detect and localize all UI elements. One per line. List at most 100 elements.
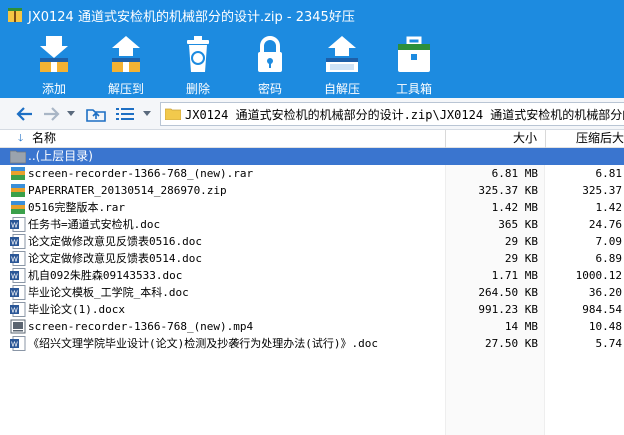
file-size: 6.81 MB xyxy=(491,167,538,180)
back-arrow-icon xyxy=(16,107,32,121)
file-name: 论文定做修改意见反馈表0516.doc xyxy=(28,235,202,248)
file-compressed-size: 5.74 xyxy=(595,337,623,350)
word-document-icon: W xyxy=(10,302,26,317)
svg-text:W: W xyxy=(11,222,18,230)
add-archive-icon xyxy=(40,36,68,72)
window-title: JX0124 通道式安检机的机械部分的设计.zip - 2345好压 xyxy=(28,9,355,25)
address-path: JX0124 通道式安检机的机械部分的设计.zip\JX0124 通道式安检机的… xyxy=(185,107,624,122)
file-row[interactable]: W 任务书=通道式安检机.doc 365 KB 24.76 xyxy=(0,216,624,233)
password-label: 密码 xyxy=(257,82,282,96)
column-divider[interactable] xyxy=(545,130,546,148)
column-divider[interactable] xyxy=(445,130,446,148)
file-row[interactable]: W 机自092朱胜森09143533.doc 1.71 MB 1000.12 xyxy=(0,267,624,284)
svg-text:W: W xyxy=(11,273,18,281)
file-row[interactable]: W 论文定做修改意见反馈表0514.doc 29 KB 6.89 xyxy=(0,250,624,267)
rar-archive-icon xyxy=(11,167,25,180)
file-row[interactable]: 0516完整版本.rar 1.42 MB 1.42 xyxy=(0,199,624,216)
file-size: 1.71 MB xyxy=(491,269,538,282)
file-size: 29 KB xyxy=(504,252,538,265)
svg-text:W: W xyxy=(11,307,18,315)
file-list: ..(上层目录) screen-recorder-1366-768_(new).… xyxy=(0,148,624,435)
file-row[interactable]: screen-recorder-1366-768_(new).mp4 14 MB… xyxy=(0,318,624,335)
file-row[interactable]: W 毕业论文(1).docx 991.23 KB 984.54 xyxy=(0,301,624,318)
extract-to-label: 解压到 xyxy=(107,82,144,96)
rar-archive-icon xyxy=(11,201,25,214)
folder-icon xyxy=(165,108,181,120)
extract-to-icon xyxy=(112,36,140,72)
word-document-icon: W xyxy=(10,251,26,266)
file-row[interactable]: PAPERRATER_20130514_286970.zip 325.37 KB… xyxy=(0,182,624,199)
chevron-down-icon xyxy=(67,111,75,116)
file-name: 0516完整版本.rar xyxy=(28,201,125,214)
address-bar[interactable]: JX0124 通道式安检机的机械部分的设计.zip\JX0124 通道式安检机的… xyxy=(160,102,624,126)
history-dropdown[interactable] xyxy=(64,102,78,126)
word-document-icon: W xyxy=(10,285,26,300)
column-size[interactable]: 大小 xyxy=(513,130,537,148)
file-compressed-size: 6.81 xyxy=(595,167,623,180)
file-name: 毕业论文(1).docx xyxy=(28,303,125,316)
delete-icon xyxy=(187,36,209,72)
main-toolbar: 添加 解压到 删除 密码 自解压 工具箱 xyxy=(0,30,624,98)
file-size: 29 KB xyxy=(504,235,538,248)
file-compressed-size: 7.09 xyxy=(595,235,623,248)
svg-text:W: W xyxy=(11,290,18,298)
title-bar: JX0124 通道式安检机的机械部分的设计.zip - 2345好压 xyxy=(0,0,624,30)
toolbox-label: 工具箱 xyxy=(395,82,432,96)
file-compressed-size: 1000.12 xyxy=(575,269,622,282)
word-document-icon: W xyxy=(10,217,26,232)
file-size: 365 KB xyxy=(498,218,538,231)
lock-icon xyxy=(258,36,282,72)
file-name: ..(上层目录) xyxy=(28,149,93,163)
sort-arrow-icon: 🡓 xyxy=(18,133,24,144)
file-compressed-size: 6.89 xyxy=(595,252,623,265)
file-size: 264.50 KB xyxy=(478,286,538,299)
file-name: screen-recorder-1366-768_(new).rar xyxy=(28,167,254,180)
forward-arrow-icon xyxy=(44,107,60,121)
file-name: screen-recorder-1366-768_(new).mp4 xyxy=(28,320,254,333)
add-button[interactable]: 添加 xyxy=(18,30,90,98)
file-name: 机自092朱胜森09143533.doc xyxy=(28,269,183,282)
back-button[interactable] xyxy=(14,102,36,126)
navigation-bar: JX0124 通道式安检机的机械部分的设计.zip\JX0124 通道式安检机的… xyxy=(0,98,624,130)
file-name: 论文定做修改意见反馈表0514.doc xyxy=(28,252,202,265)
file-size: 325.37 KB xyxy=(478,184,538,197)
file-row[interactable]: W 论文定做修改意见反馈表0516.doc 29 KB 7.09 xyxy=(0,233,624,250)
password-button[interactable]: 密码 xyxy=(234,30,306,98)
file-compressed-size: 325.37 xyxy=(582,184,622,197)
file-name: PAPERRATER_20130514_286970.zip xyxy=(28,184,227,197)
file-row[interactable]: screen-recorder-1366-768_(new).rar 6.81 … xyxy=(0,165,624,182)
column-name[interactable]: 名称 xyxy=(32,130,56,148)
word-document-icon: W xyxy=(10,336,26,351)
self-extract-button[interactable]: 自解压 xyxy=(306,30,378,98)
file-row[interactable]: W 毕业论文模板_工学院_本科.doc 264.50 KB 36.20 xyxy=(0,284,624,301)
file-name: 毕业论文模板_工学院_本科.doc xyxy=(28,286,189,299)
file-compressed-size: 1.42 xyxy=(595,201,623,214)
view-mode-dropdown[interactable] xyxy=(140,102,154,126)
chevron-down-icon xyxy=(143,111,151,116)
word-document-icon: W xyxy=(10,268,26,283)
toolbox-icon xyxy=(398,36,430,72)
file-name: 任务书=通道式安检机.doc xyxy=(28,218,161,231)
self-extract-icon xyxy=(326,36,358,72)
folder-up-icon xyxy=(86,109,106,122)
delete-button[interactable]: 删除 xyxy=(162,30,234,98)
file-compressed-size: 36.20 xyxy=(588,286,622,299)
svg-text:W: W xyxy=(11,239,18,247)
forward-button[interactable] xyxy=(40,102,62,126)
file-size: 1.42 MB xyxy=(491,201,538,214)
word-document-icon: W xyxy=(10,234,26,249)
view-mode-button[interactable] xyxy=(114,102,136,126)
toolbox-button[interactable]: 工具箱 xyxy=(378,30,450,98)
file-name: 《绍兴文理学院毕业设计(论文)检测及抄袭行为处理办法(试行)》.doc xyxy=(28,337,378,350)
up-level-button[interactable] xyxy=(84,102,108,126)
video-file-icon xyxy=(10,319,26,334)
extract-to-button[interactable]: 解压到 xyxy=(90,30,162,98)
parent-directory-row[interactable]: ..(上层目录) xyxy=(0,148,624,165)
file-size: 14 MB xyxy=(504,320,538,333)
column-compressed[interactable]: 压缩后大 xyxy=(576,130,624,148)
archive-app-icon xyxy=(8,8,22,22)
file-compressed-size: 10.48 xyxy=(588,320,622,333)
file-row[interactable]: W 《绍兴文理学院毕业设计(论文)检测及抄袭行为处理办法(试行)》.doc 27… xyxy=(0,335,624,352)
list-view-icon xyxy=(116,108,134,120)
svg-text:W: W xyxy=(11,341,18,349)
